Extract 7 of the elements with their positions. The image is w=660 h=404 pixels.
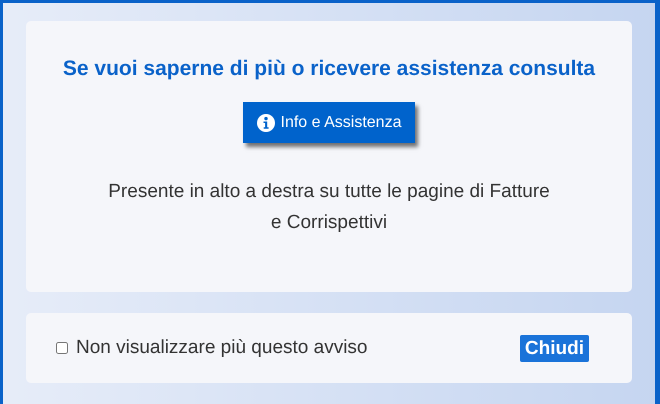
note-text: Presente in alto a destra su tutte le pagine di Fatture e Corrispettivi (107, 180, 551, 235)
close-button[interactable]: Chiudi (520, 334, 589, 362)
dont-show-checkbox[interactable] (56, 342, 68, 354)
dont-show-label: Non visualizzare più questo avviso (76, 336, 368, 360)
heading: Se vuoi saperne di più o ricevere assistenza consulta (62, 56, 596, 82)
info-icon (256, 114, 275, 132)
info-button[interactable]: Info e Assistenza (242, 102, 416, 143)
